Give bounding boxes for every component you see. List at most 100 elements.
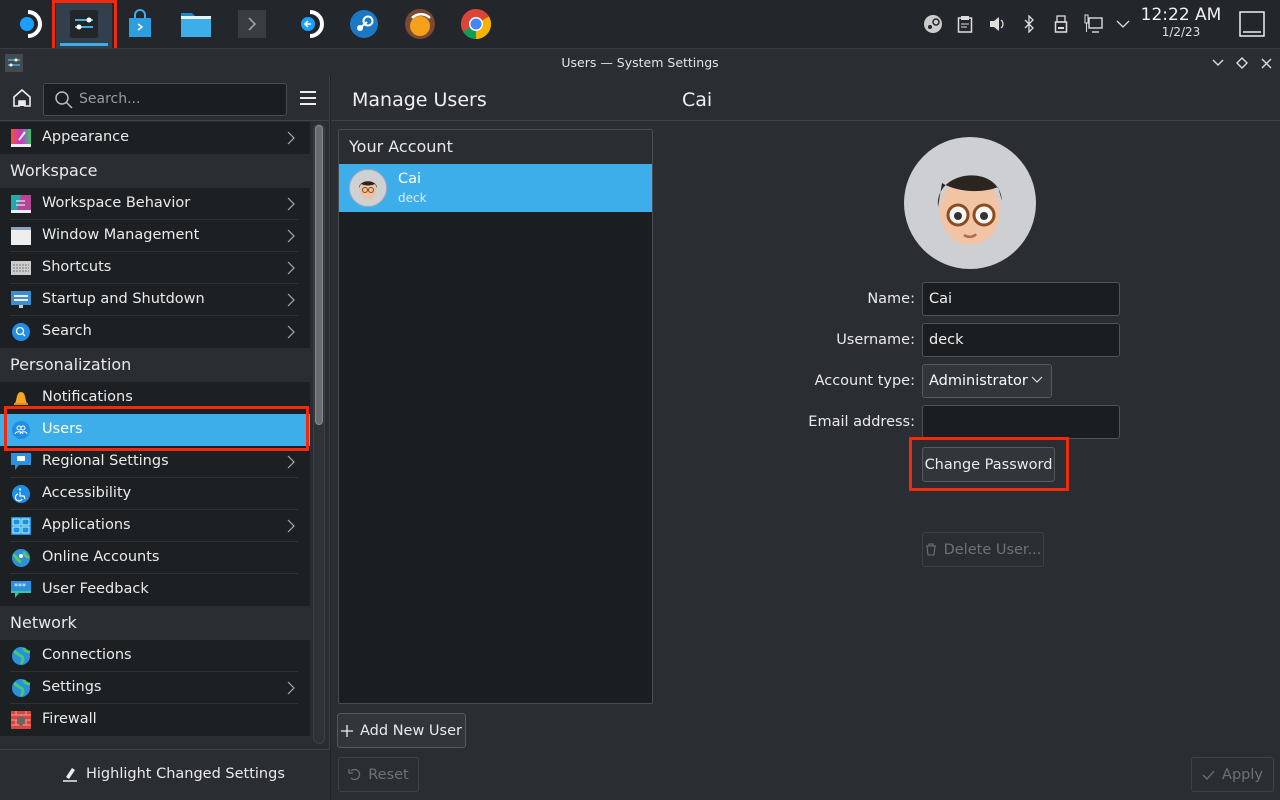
taskbar-app-steamos-menu[interactable]: [0, 0, 56, 48]
sidebar-item-network-settings[interactable]: Settings: [0, 672, 310, 704]
sidebar-item-shortcuts[interactable]: Shortcuts: [0, 252, 310, 284]
firewall-icon: [11, 711, 31, 729]
folder-icon: [181, 13, 211, 37]
hamburger-menu-button[interactable]: [298, 88, 318, 108]
sidebar-item-label: Applications: [42, 517, 131, 533]
tray-clipboard[interactable]: [950, 0, 980, 48]
sidebar-item-label: Workspace Behavior: [42, 195, 191, 211]
sidebar-item-connections[interactable]: Connections: [0, 640, 310, 672]
show-desktop-button[interactable]: [1236, 0, 1268, 48]
change-password-button[interactable]: Change Password: [922, 447, 1055, 482]
sidebar-item-workspace-behavior[interactable]: Workspace Behavior: [0, 188, 310, 220]
account-type-select[interactable]: Administrator: [922, 364, 1052, 398]
sidebar-item-search[interactable]: Search: [0, 316, 310, 348]
tray-network[interactable]: [1078, 0, 1108, 48]
sidebar-scrollbar[interactable]: [313, 124, 325, 744]
applications-grid-icon: [11, 517, 31, 535]
maximize-button[interactable]: [1232, 53, 1252, 73]
globe-icon: [12, 647, 31, 665]
sidebar-item-label: Window Management: [42, 227, 200, 243]
close-button[interactable]: [1256, 53, 1276, 73]
taskbar-app-system-settings[interactable]: [56, 0, 112, 48]
sidebar-item-startup-shutdown[interactable]: Startup and Shutdown: [0, 284, 310, 316]
sidebar-item-label: User Feedback: [42, 581, 149, 597]
taskbar-app-return-gaming-mode[interactable]: [282, 0, 338, 48]
search-icon: [54, 90, 74, 114]
delete-user-button[interactable]: Delete User...: [922, 532, 1044, 567]
add-new-user-button[interactable]: Add New User: [337, 713, 466, 748]
hamburger-icon: [300, 91, 316, 105]
scrollbar-thumb[interactable]: [315, 125, 323, 425]
return-icon: [301, 10, 324, 38]
sidebar-item-user-feedback[interactable]: *** User Feedback: [0, 574, 310, 606]
chevron-right-icon: [287, 293, 295, 307]
sidebar-item-label: Settings: [42, 679, 102, 695]
sidebar-item-users[interactable]: Users: [0, 414, 310, 446]
sidebar-item-label: Online Accounts: [42, 549, 160, 565]
sidebar-item-appearance[interactable]: Appearance: [0, 122, 310, 154]
home-icon: [13, 88, 31, 107]
name-field[interactable]: Cai: [922, 282, 1120, 316]
selected-user-title: Cai: [682, 89, 713, 111]
taskbar-app-protonup[interactable]: [392, 0, 448, 48]
delete-user-label: Delete User...: [943, 541, 1042, 558]
sidebar-item-accessibility[interactable]: Accessibility: [0, 478, 310, 510]
tray-bluetooth[interactable]: [1014, 0, 1044, 48]
show-desktop-icon: [1239, 11, 1265, 37]
home-button[interactable]: [10, 86, 34, 110]
chevron-right-icon: [287, 229, 295, 243]
steam-icon: [350, 10, 378, 38]
chevron-right-icon: [287, 681, 295, 695]
bluetooth-icon: [1024, 15, 1034, 33]
sidebar-list: Appearance Workspace Workspace Behavior …: [0, 122, 310, 750]
minimize-button[interactable]: [1208, 53, 1228, 73]
sidebar-item-notifications[interactable]: Notifications: [0, 382, 310, 414]
taskbar-app-konsole[interactable]: [224, 0, 280, 48]
monitor-icon: [11, 291, 31, 308]
account-type-label: Account type:: [814, 373, 915, 389]
sidebar-item-label: Search: [42, 323, 92, 339]
user-list-item[interactable]: Cai deck: [339, 164, 652, 212]
appearance-icon: [11, 129, 31, 147]
user-avatar-large[interactable]: [904, 137, 1036, 269]
apply-label: Apply: [1222, 766, 1263, 783]
tray-steam[interactable]: [918, 0, 948, 48]
sidebar-header: Search...: [0, 76, 330, 121]
taskbar-app-chrome[interactable]: [448, 0, 504, 48]
username-field[interactable]: deck: [922, 323, 1120, 357]
highlight-changed-settings-label: Highlight Changed Settings: [86, 766, 285, 782]
taskbar-app-dolphin[interactable]: [168, 0, 224, 48]
taskbar-app-steam[interactable]: [336, 0, 392, 48]
window-titlebar[interactable]: Users — System Settings: [0, 48, 1280, 76]
taskbar-app-discover[interactable]: [112, 0, 168, 48]
page-title: Manage Users: [352, 89, 487, 111]
email-field[interactable]: [922, 405, 1120, 439]
category-workspace: Workspace: [0, 154, 310, 188]
tray-usb[interactable]: [1046, 0, 1076, 48]
apply-button[interactable]: Apply: [1191, 757, 1274, 792]
sidebar-item-applications[interactable]: Applications: [0, 510, 310, 542]
clock-time: 12:22 AM: [1140, 5, 1222, 25]
chevron-right-icon: [287, 131, 295, 145]
sidebar-item-regional-settings[interactable]: Regional Settings: [0, 446, 310, 478]
accessibility-icon: [12, 485, 30, 503]
reset-button[interactable]: Reset: [338, 757, 419, 792]
clock[interactable]: 12:22 AM 1/2/23: [1138, 5, 1224, 39]
clock-date: 1/2/23: [1161, 25, 1201, 39]
chevron-down-icon: [1212, 59, 1224, 66]
name-label: Name:: [867, 291, 915, 307]
sidebar-item-label: Notifications: [42, 389, 133, 405]
sidebar-item-label: Startup and Shutdown: [42, 291, 205, 307]
sidebar-item-window-management[interactable]: Window Management: [0, 220, 310, 252]
tray-expand[interactable]: [1108, 0, 1138, 48]
search-settings-icon: [12, 323, 30, 341]
sidebar-item-firewall[interactable]: Firewall: [0, 704, 310, 736]
volume-icon: [990, 17, 1004, 31]
chevron-right-icon: [287, 325, 295, 339]
tray-volume[interactable]: [982, 0, 1012, 48]
chrome-icon: [460, 8, 492, 40]
search-input[interactable]: Search...: [43, 83, 287, 116]
sidebar-item-online-accounts[interactable]: Online Accounts: [0, 542, 310, 574]
highlight-changed-settings-button[interactable]: Highlight Changed Settings: [62, 766, 285, 782]
user-list-header: Your Account: [339, 130, 652, 164]
